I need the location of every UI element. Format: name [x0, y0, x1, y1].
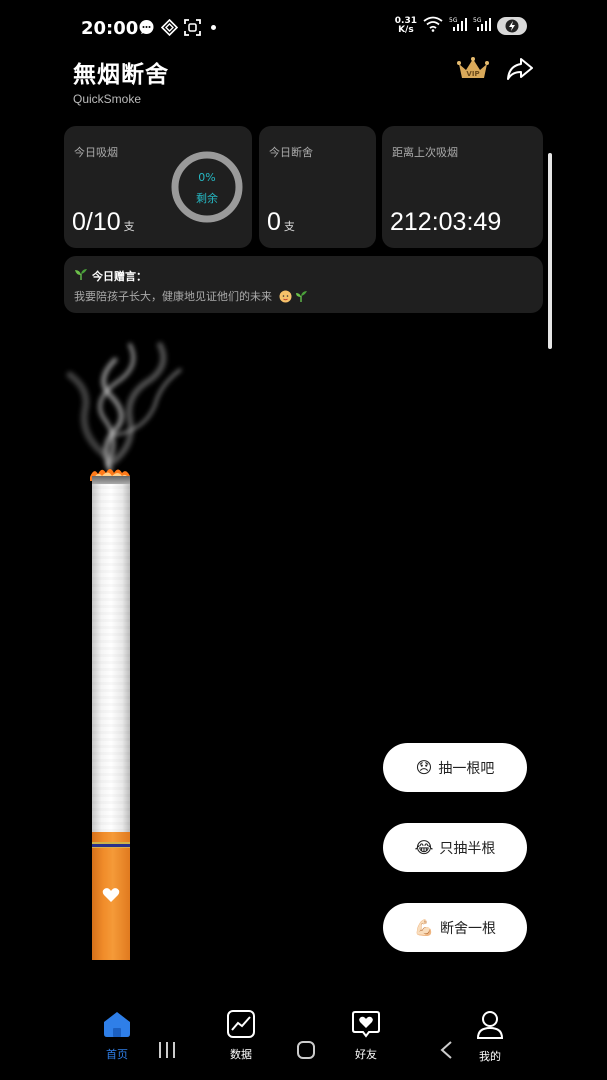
svg-text:5G: 5G [473, 17, 482, 24]
profile-icon [475, 1010, 505, 1044]
nav-home[interactable]: 首页 [87, 1010, 147, 1062]
battery-icon [497, 17, 527, 35]
wifi-icon [423, 16, 443, 36]
smoke-one-label: 抽一根吧 [438, 760, 495, 777]
cigarette-paper[interactable] [92, 478, 130, 832]
since-last-card[interactable]: 距离上次吸烟 212:03:49 [382, 126, 543, 248]
signal-5g-icon: 5G [473, 16, 491, 36]
message-icon [138, 19, 155, 36]
quit-one-label: 断舍一根 [439, 920, 496, 937]
today-smoked-label: 今日吸烟 [74, 146, 118, 159]
scan-icon [184, 19, 201, 36]
remaining-progress-ring: 0% 剩余 [170, 150, 244, 224]
remaining-percent: 0% [198, 171, 216, 184]
net-speed-unit: K/s [398, 25, 414, 35]
today-quit-label: 今日断舍 [269, 146, 313, 159]
app-subtitle: QuickSmoke [73, 92, 142, 106]
sad-face-icon: 😞 [415, 758, 433, 777]
nav-friends[interactable]: 好友 [336, 1010, 396, 1062]
quote-title-text: 今日赠言： [92, 270, 147, 283]
today-quit-value: 0支 [267, 208, 295, 237]
today-quit-unit: 支 [283, 221, 295, 233]
nav-friends-label: 好友 [355, 1048, 377, 1061]
baby-emoji-icon [279, 290, 292, 306]
today-smoked-value: 0/10 支 [72, 208, 135, 237]
notification-icons [138, 19, 216, 36]
heart-icon [102, 887, 120, 903]
home-icon [102, 1010, 132, 1042]
since-last-label: 距离上次吸烟 [392, 146, 458, 159]
smoke-half-button[interactable]: 😂 只抽半根 [383, 823, 527, 872]
back-icon[interactable] [437, 1040, 457, 1064]
remaining-label: 剩余 [196, 192, 218, 205]
recents-icon[interactable] [157, 1040, 177, 1064]
sprout-icon [74, 268, 88, 284]
nav-data-label: 数据 [230, 1048, 252, 1061]
vip-label: VIP [466, 70, 479, 78]
home-system-icon[interactable] [296, 1040, 316, 1064]
svg-text:5G: 5G [449, 17, 458, 24]
daily-quote-card: 今日赠言： 我要陪孩子长大，健康地见证他们的未来 [64, 256, 543, 313]
quote-text: 我要陪孩子长大，健康地见证他们的未来 [74, 288, 308, 306]
cigarette-filter [92, 832, 130, 960]
today-smoked-count: 0/10 [72, 208, 121, 236]
share-icon[interactable] [506, 56, 534, 82]
today-smoked-unit: 支 [123, 221, 135, 233]
status-bar: 20:00 0.31 K/s 5G 5G [0, 0, 607, 56]
nav-data[interactable]: 数据 [211, 1010, 271, 1062]
more-notifications-dot [211, 25, 216, 30]
nav-home-label: 首页 [106, 1048, 128, 1061]
nav-profile[interactable]: 我的 [460, 1010, 520, 1064]
tears-of-joy-icon: 😂 [414, 838, 434, 857]
scrollbar[interactable] [548, 153, 552, 349]
vip-crown-icon[interactable]: VIP [457, 56, 489, 82]
today-quit-card[interactable]: 今日断舍 0支 [259, 126, 376, 248]
chart-icon [226, 1010, 256, 1042]
cigarette-ash [92, 476, 130, 484]
since-last-timer: 212:03:49 [390, 208, 502, 236]
quote-body: 我要陪孩子长大，健康地见证他们的未来 [74, 290, 272, 303]
system-indicators: 0.31 K/s 5G 5G [395, 16, 527, 36]
quit-one-button[interactable]: 💪🏻 断舍一根 [383, 903, 527, 952]
status-time: 20:00 [81, 18, 139, 39]
flexed-biceps-icon: 💪🏻 [414, 918, 434, 937]
signal-5g-icon: 5G [449, 16, 467, 36]
diamond-icon [161, 19, 178, 36]
smoke-icon [60, 335, 190, 475]
net-speed: 0.31 K/s [395, 17, 417, 35]
smoke-one-button[interactable]: 😞 抽一根吧 [383, 743, 527, 792]
filter-band [92, 842, 130, 848]
quote-title: 今日赠言： [74, 268, 147, 284]
smoke-half-label: 只抽半根 [439, 840, 496, 857]
app-title: 無烟断舍 [73, 62, 169, 88]
heart-chat-icon [351, 1010, 381, 1042]
today-quit-count: 0 [267, 208, 281, 236]
today-smoked-card[interactable]: 今日吸烟 0/10 支 0% 剩余 [64, 126, 252, 248]
nav-profile-label: 我的 [479, 1050, 501, 1063]
sprout-icon [295, 290, 308, 306]
